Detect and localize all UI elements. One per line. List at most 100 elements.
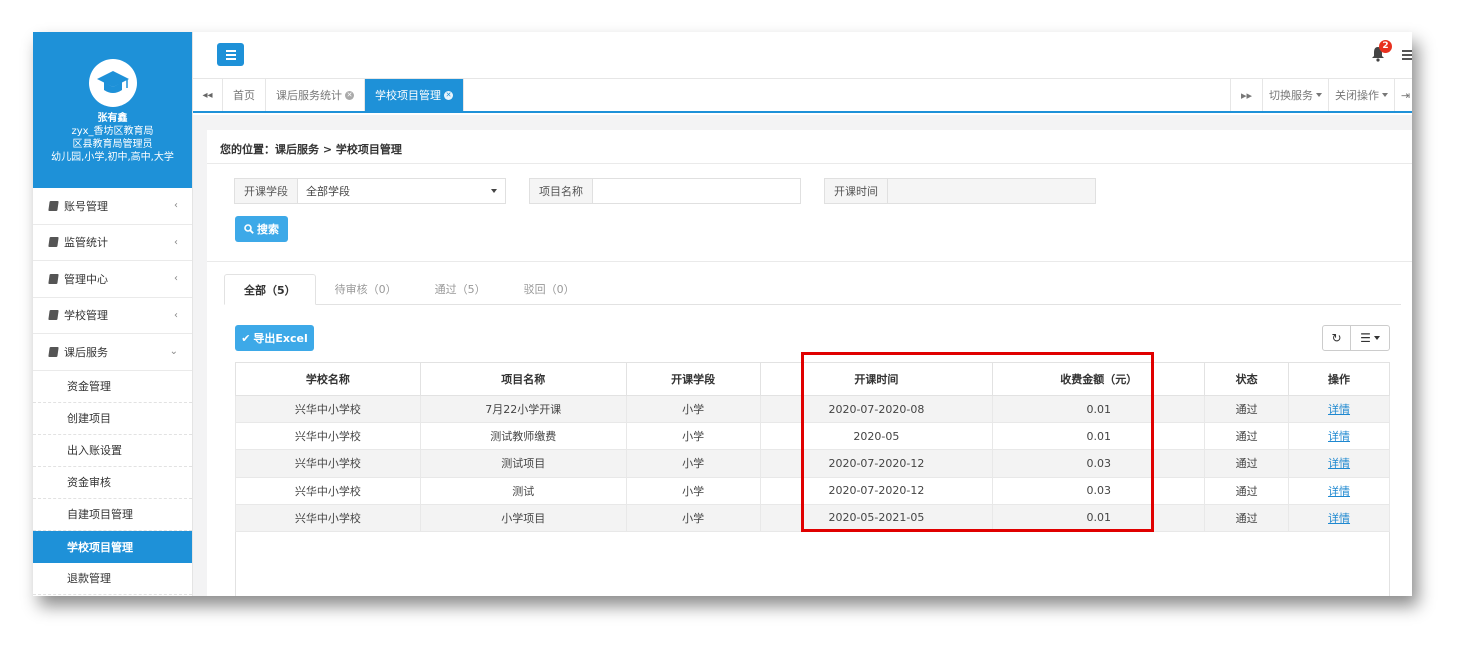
- search-button-label: 搜索: [257, 223, 279, 236]
- export-excel-button[interactable]: ✔ 导出Excel: [235, 325, 314, 351]
- sidebar-subitem-account-settings[interactable]: 出入账设置: [33, 435, 192, 467]
- user-profile: 张有鑫 zyx_香坊区教育局 区县教育局管理员 幼儿园,小学,初中,高中,大学: [33, 32, 192, 188]
- status-cell: 通过: [1204, 449, 1290, 478]
- time-field[interactable]: [888, 179, 1095, 203]
- sidebar-item-label: 账号管理: [64, 199, 108, 213]
- sidebar-item-supervision[interactable]: 监管统计 ‹: [33, 225, 192, 261]
- hamburger-icon: [225, 49, 236, 52]
- column-header[interactable]: 项目名称: [419, 362, 627, 396]
- time-input[interactable]: [896, 179, 1087, 203]
- tab-all[interactable]: 全部（5）: [224, 274, 316, 305]
- tab-label: 学校项目管理: [375, 89, 441, 102]
- user-stages: 幼儿园,小学,初中,高中,大学: [51, 152, 174, 163]
- book-icon: [48, 237, 59, 248]
- status-cell: 通过: [1204, 476, 1290, 505]
- caret-down-icon: [1373, 336, 1380, 340]
- page-tab-bar: ◂◂ 首页 课后服务统计 ✕ 学校项目管理 ✕ ▸▸ 切换服务 关闭操作 ⇥: [193, 79, 1412, 113]
- notification-badge: 2: [1379, 40, 1392, 53]
- column-header[interactable]: 状态: [1204, 362, 1290, 396]
- close-icon[interactable]: ✕: [444, 90, 453, 100]
- status-tabs: 全部（5） 待审核（0） 通过（5） 驳回（0）: [224, 274, 1401, 305]
- export-button-label: 导出Excel: [253, 332, 308, 345]
- caret-down-icon: [1382, 93, 1388, 97]
- user-account: zyx_香坊区教育局: [71, 126, 154, 137]
- sidebar-subitem-school-projects[interactable]: 学校项目管理: [33, 530, 192, 563]
- switch-service-dropdown[interactable]: 切换服务: [1262, 79, 1328, 111]
- detail-link[interactable]: 详情: [1288, 422, 1390, 451]
- detail-link[interactable]: 详情: [1288, 449, 1390, 478]
- sidebar-item-label: 管理中心: [64, 272, 108, 286]
- tab-home[interactable]: 首页: [223, 79, 266, 111]
- check-icon: ✔: [241, 331, 251, 345]
- detail-link[interactable]: 详情: [1288, 394, 1390, 424]
- tab-scroll-left-icon[interactable]: ◂◂: [193, 79, 223, 111]
- detail-link[interactable]: 详情: [1288, 503, 1390, 532]
- project-name-field[interactable]: [593, 179, 800, 203]
- tab-rejected[interactable]: 驳回（0）: [505, 274, 594, 304]
- sidebar-item-account[interactable]: 账号管理 ‹: [33, 188, 192, 225]
- sidebar-item-label: 课后服务: [64, 345, 108, 359]
- close-operations-dropdown[interactable]: 关闭操作: [1328, 79, 1394, 111]
- tab-after-school-stats[interactable]: 课后服务统计 ✕: [266, 79, 365, 111]
- divider: [207, 163, 1412, 164]
- caret-down-icon: [491, 189, 497, 193]
- user-role: 区县教育局管理员: [72, 139, 153, 150]
- sidebar-item-management[interactable]: 管理中心 ‹: [33, 261, 192, 298]
- school-cell: 兴华中小学校: [235, 476, 421, 505]
- column-header[interactable]: 开课学段: [625, 362, 761, 396]
- status-cell: 通过: [1204, 394, 1290, 424]
- menu-toggle-button[interactable]: [217, 43, 244, 66]
- breadcrumb: 您的位置：课后服务 > 学校项目管理: [220, 143, 402, 156]
- stage-cell: 小学: [625, 394, 761, 424]
- stage-filter: 开课学段 全部学段: [234, 178, 506, 204]
- list-icon: ☰: [1360, 331, 1371, 345]
- status-cell: 通过: [1204, 503, 1290, 532]
- search-button[interactable]: 搜索: [235, 216, 288, 242]
- logout-icon[interactable]: ⇥: [1394, 79, 1412, 111]
- book-icon: [48, 346, 59, 357]
- search-icon: [244, 224, 254, 234]
- graduation-cap-icon: [96, 71, 129, 93]
- stage-select-value: 全部学段: [306, 185, 350, 198]
- sidebar-subitem-refunds[interactable]: 退款管理: [33, 563, 192, 595]
- list-menu-icon[interactable]: [1402, 50, 1412, 60]
- project-cell: 测试项目: [419, 449, 627, 478]
- project-cell: 测试教师缴费: [419, 422, 627, 451]
- refresh-icon: ↻: [1331, 331, 1342, 345]
- column-header[interactable]: 操作: [1288, 362, 1390, 396]
- sidebar-subitem-funds[interactable]: 资金管理: [33, 371, 192, 403]
- tab-label: 首页: [233, 89, 255, 102]
- detail-link[interactable]: 详情: [1288, 476, 1390, 505]
- sidebar-item-school[interactable]: 学校管理 ‹: [33, 298, 192, 334]
- divider: [207, 261, 1412, 262]
- close-icon[interactable]: ✕: [345, 90, 354, 100]
- sidebar-subitem-create-project[interactable]: 创建项目: [33, 403, 192, 435]
- caret-down-icon: [1316, 93, 1322, 97]
- refresh-button[interactable]: ↻: [1323, 326, 1351, 350]
- chevron-left-icon: ‹: [174, 200, 178, 212]
- switch-service-label: 切换服务: [1269, 89, 1313, 102]
- project-cell: 小学项目: [419, 503, 627, 532]
- sidebar-item-after-school[interactable]: 课后服务 ⌄: [33, 334, 192, 371]
- tab-label: 课后服务统计: [276, 89, 342, 102]
- project-name-filter: 项目名称: [529, 178, 801, 204]
- sidebar-item-label: 监管统计: [64, 236, 108, 250]
- school-cell: 兴华中小学校: [235, 422, 421, 451]
- columns-toggle-button[interactable]: ☰: [1351, 326, 1389, 350]
- column-header[interactable]: 学校名称: [235, 362, 421, 396]
- project-name-input[interactable]: [601, 179, 792, 203]
- chevron-left-icon: ‹: [174, 273, 178, 285]
- book-icon: [48, 273, 59, 284]
- time-filter-label: 开课时间: [825, 179, 888, 203]
- sidebar-subitem-fund-review[interactable]: 资金审核: [33, 467, 192, 499]
- stage-select[interactable]: 全部学段: [298, 179, 505, 203]
- stage-cell: 小学: [625, 422, 761, 451]
- highlight-annotation: [801, 352, 1154, 532]
- chevron-left-icon: ‹: [174, 236, 178, 248]
- logo: [88, 59, 137, 107]
- tab-school-projects[interactable]: 学校项目管理 ✕: [365, 79, 464, 111]
- tab-pending[interactable]: 待审核（0）: [316, 274, 416, 304]
- tab-approved[interactable]: 通过（5）: [416, 274, 505, 304]
- tab-scroll-right-icon[interactable]: ▸▸: [1229, 79, 1262, 111]
- sidebar-subitem-self-projects[interactable]: 自建项目管理: [33, 499, 192, 531]
